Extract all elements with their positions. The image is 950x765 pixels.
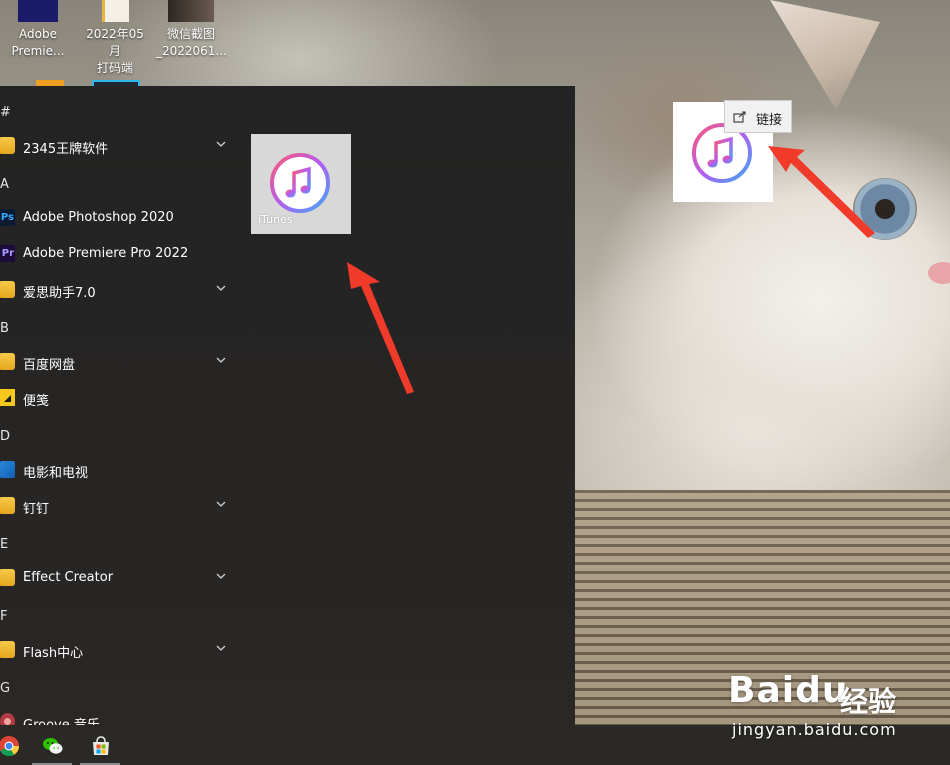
tile-label: iTunes (258, 213, 293, 226)
wallpaper-cat-eye (853, 178, 917, 240)
watermark-url: jingyan.baidu.com (732, 720, 897, 739)
app-label: 百度网盘 (23, 358, 76, 373)
app-item-sticky-notes[interactable]: 便笺 (0, 380, 240, 416)
app-item-dingtalk[interactable]: 钉钉 (0, 488, 240, 524)
watermark-logo: Baidu (728, 670, 849, 711)
itunes-icon (270, 153, 330, 213)
chevron-down-icon[interactable] (214, 569, 228, 583)
group-letter[interactable]: G (0, 681, 10, 696)
app-label: 电影和电视 (23, 466, 89, 481)
file-icon (101, 0, 129, 22)
group-letter[interactable]: # (0, 105, 11, 120)
app-label: Effect Creator (23, 570, 114, 585)
image-thumbnail-icon (168, 0, 214, 22)
chevron-down-icon[interactable] (214, 497, 228, 511)
premiere-shortcut-icon (18, 0, 58, 22)
link-tooltip: 链接 (724, 100, 792, 133)
wallpaper-cat-nose (928, 262, 950, 284)
itunes-tile[interactable]: iTunes (251, 134, 351, 234)
app-label: Flash中心 (23, 646, 84, 661)
chrome-icon (0, 736, 20, 757)
folder-icon (0, 641, 15, 658)
app-label: Adobe Photoshop 2020 (23, 210, 174, 225)
groove-music-icon (0, 713, 15, 725)
desktop-icon-adobe-premiere[interactable]: Adobe Premie... (6, 0, 70, 60)
folder-icon (0, 137, 15, 154)
sticky-notes-icon (0, 389, 15, 406)
app-item-2345[interactable]: 2345王牌软件 (0, 128, 240, 164)
taskbar-wechat[interactable] (32, 725, 72, 765)
taskbar-store[interactable] (80, 725, 120, 765)
folder-icon (0, 281, 15, 298)
microsoft-store-icon (93, 736, 109, 755)
start-menu: # 2345王牌软件 A Ps Adobe Photoshop 2020 Pr … (0, 86, 575, 725)
app-label: 钉钉 (23, 502, 50, 517)
folder-icon (0, 497, 15, 514)
app-label: 2345王牌软件 (23, 142, 109, 157)
app-list[interactable]: # 2345王牌软件 A Ps Adobe Photoshop 2020 Pr … (0, 86, 240, 725)
app-item-effect-creator[interactable]: Effect Creator (0, 560, 240, 596)
wechat-icon (43, 738, 63, 754)
app-item-baidu-netdisk[interactable]: 百度网盘 (0, 344, 240, 380)
group-letter[interactable]: F (0, 609, 7, 624)
app-label: Groove 音乐 (23, 714, 100, 725)
app-label: Adobe Premiere Pro 2022 (23, 246, 189, 261)
taskbar-chrome[interactable] (0, 725, 28, 765)
desktop-icon-print-file[interactable]: 2022年05月 打码端 (82, 0, 148, 77)
baidu-jingyan-watermark: Baidu 经验 jingyan.baidu.com (728, 662, 938, 742)
chevron-down-icon[interactable] (214, 353, 228, 367)
app-item-groove-music[interactable]: Groove 音乐 (0, 704, 240, 725)
app-item-photoshop[interactable]: Ps Adobe Photoshop 2020 (0, 200, 240, 236)
chevron-down-icon[interactable] (214, 137, 228, 151)
group-letter[interactable]: E (0, 537, 8, 552)
chevron-down-icon[interactable] (214, 281, 228, 295)
app-item-aisi[interactable]: 爱思助手7.0 (0, 272, 240, 308)
app-item-movies-tv[interactable]: 电影和电视 (0, 452, 240, 488)
folder-icon (0, 569, 15, 586)
group-letter[interactable]: B (0, 321, 9, 336)
app-item-flash-center[interactable]: Flash中心 (0, 632, 240, 668)
group-letter[interactable]: D (0, 429, 10, 444)
app-label: 便笺 (23, 394, 50, 409)
folder-icon (0, 353, 15, 370)
desktop-icon-wechat-screenshot[interactable]: 微信截图 _2022061... (156, 0, 227, 60)
chevron-down-icon[interactable] (214, 641, 228, 655)
premiere-icon: Pr (0, 245, 15, 262)
watermark-text: 经验 (840, 685, 897, 718)
app-item-premiere[interactable]: Pr Adobe Premiere Pro 2022 (0, 236, 240, 272)
group-letter[interactable]: A (0, 177, 9, 192)
app-label: 爱思助手7.0 (23, 286, 96, 301)
shortcut-link-icon (733, 111, 746, 123)
tooltip-label: 链接 (756, 113, 783, 128)
photoshop-icon: Ps (0, 209, 15, 226)
movies-tv-icon (0, 461, 15, 478)
